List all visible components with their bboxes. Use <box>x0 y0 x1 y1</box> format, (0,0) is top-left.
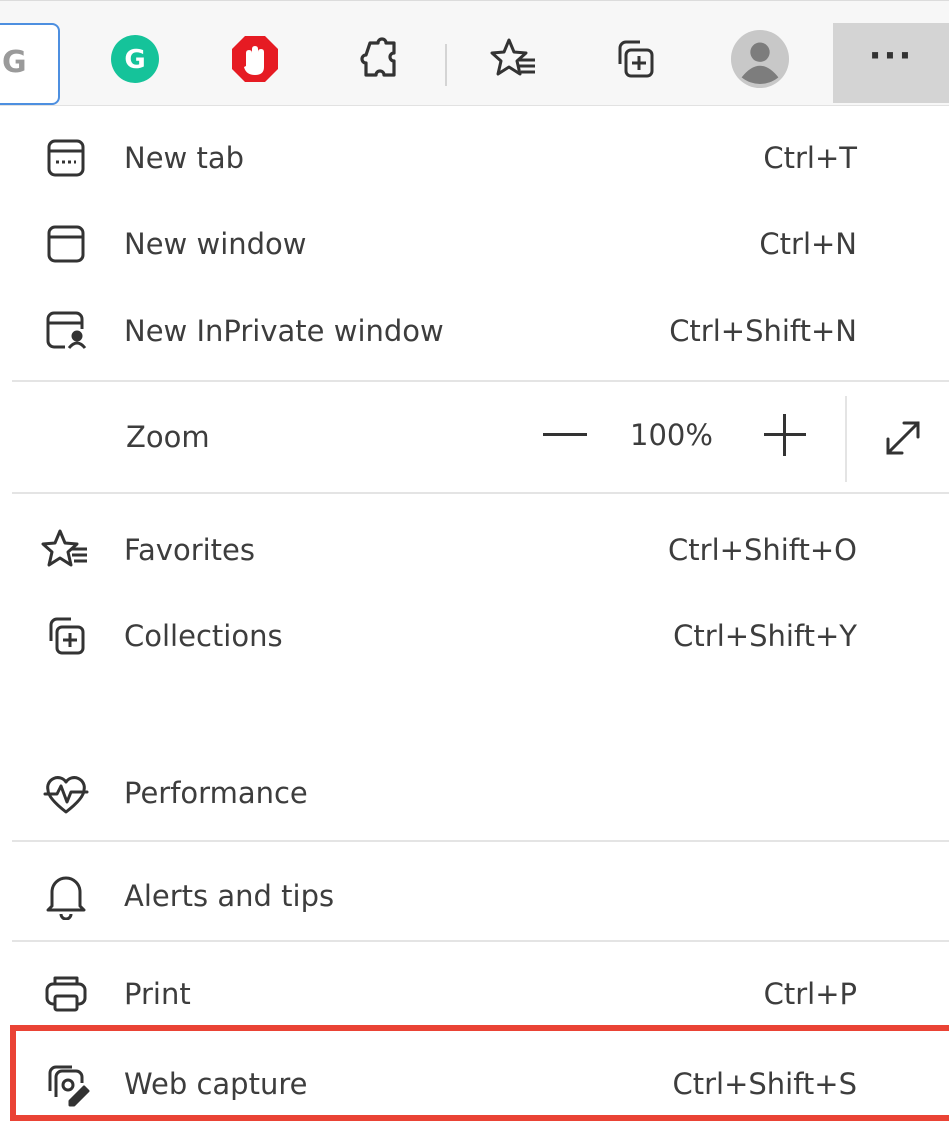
menu-item-favorites[interactable]: Favorites Ctrl+Shift+O <box>0 507 949 593</box>
menu-divider <box>12 380 949 382</box>
web-capture-shortcut: Ctrl+Shift+S <box>672 1067 857 1101</box>
menu-divider <box>12 492 949 494</box>
new-window-icon <box>40 218 92 270</box>
inprivate-icon <box>40 305 92 357</box>
collections-shortcut: Ctrl+Shift+Y <box>673 619 857 653</box>
printer-icon <box>40 968 92 1020</box>
performance-label: Performance <box>124 776 308 810</box>
web-capture-label: Web capture <box>124 1067 308 1101</box>
new-window-shortcut: Ctrl+N <box>759 227 857 261</box>
collections-label: Collections <box>124 619 283 653</box>
performance-icon <box>40 767 92 819</box>
grammarly-icon[interactable]: G <box>105 29 165 89</box>
new-inprivate-shortcut: Ctrl+Shift+N <box>669 314 857 348</box>
menu-item-new-inprivate-window[interactable]: New InPrivate window Ctrl+Shift+N <box>0 288 949 374</box>
menu-item-new-window[interactable]: New window Ctrl+N <box>0 201 949 287</box>
menu-item-web-capture[interactable]: Web capture Ctrl+Shift+S <box>0 1041 949 1127</box>
zoom-value: 100% <box>630 418 713 452</box>
alerts-label: Alerts and tips <box>124 879 335 913</box>
more-icon[interactable]: ··· <box>833 23 949 103</box>
favorites-icon <box>40 524 92 576</box>
opera-adblock-icon[interactable] <box>225 29 285 89</box>
zoom-in-button[interactable] <box>760 410 810 460</box>
menu-divider <box>12 940 949 942</box>
menu-item-print[interactable]: Print Ctrl+P <box>0 951 949 1037</box>
collections-icon[interactable] <box>605 29 665 89</box>
zoom-label: Zoom <box>126 420 210 454</box>
browser-toolbar: G G ··· <box>0 0 949 106</box>
print-shortcut: Ctrl+P <box>763 977 857 1011</box>
more-label: ··· <box>868 36 914 76</box>
print-label: Print <box>124 977 191 1011</box>
address-bar[interactable]: G <box>0 23 60 105</box>
new-window-label: New window <box>124 227 307 261</box>
web-capture-icon <box>40 1058 92 1110</box>
svg-text:G: G <box>124 45 145 75</box>
favorites-label: Favorites <box>124 533 255 567</box>
favorites-icon[interactable] <box>484 29 544 89</box>
extensions-icon[interactable] <box>350 29 410 89</box>
new-inprivate-label: New InPrivate window <box>124 314 444 348</box>
zoom-out-button[interactable] <box>540 410 590 460</box>
fullscreen-icon[interactable] <box>875 410 931 466</box>
menu-divider <box>12 840 949 842</box>
profile-icon[interactable] <box>730 29 790 89</box>
toolbar-separator <box>445 44 447 86</box>
zoom-separator <box>845 396 847 482</box>
bell-icon <box>40 870 92 922</box>
new-tab-label: New tab <box>124 141 245 175</box>
menu-item-new-tab[interactable]: New tab Ctrl+T <box>0 115 949 201</box>
collections-icon <box>40 610 92 662</box>
menu-item-collections[interactable]: Collections Ctrl+Shift+Y <box>0 593 949 679</box>
menu-item-performance[interactable]: Performance <box>0 750 949 836</box>
new-tab-icon <box>40 132 92 184</box>
menu-item-alerts-and-tips[interactable]: Alerts and tips <box>0 853 949 939</box>
favorites-shortcut: Ctrl+Shift+O <box>668 533 857 567</box>
address-bar-glyph: G <box>2 45 27 80</box>
new-tab-shortcut: Ctrl+T <box>763 141 857 175</box>
